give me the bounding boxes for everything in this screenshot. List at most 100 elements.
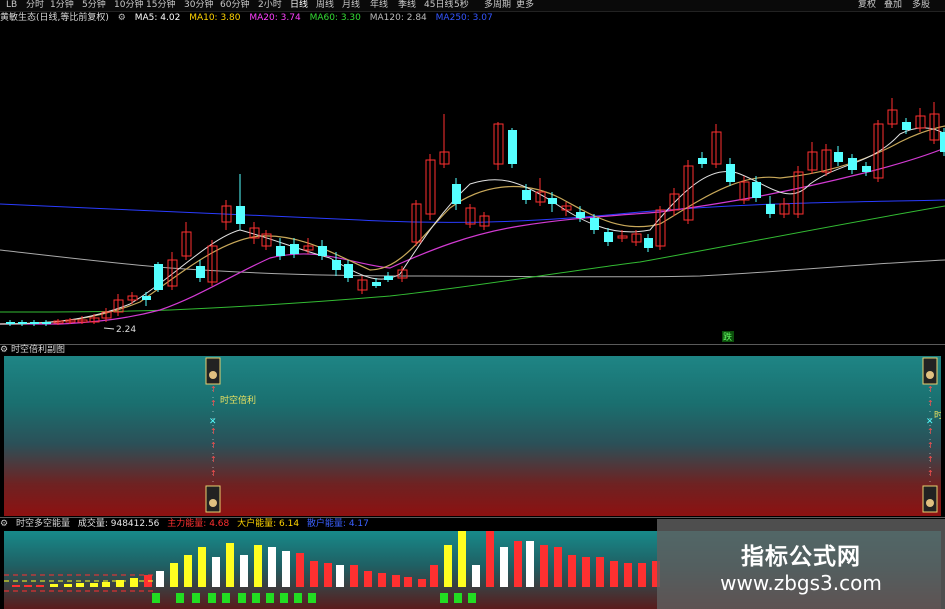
energy-bar-negative <box>294 593 302 603</box>
ma-legend-item: MA250: 3.07 <box>435 13 493 23</box>
energy-bar-negative <box>440 593 448 603</box>
energy-bar <box>102 582 110 587</box>
energy-bar <box>198 547 206 587</box>
energy-bar <box>472 565 480 587</box>
butterfly-icon: ✕ <box>926 417 934 427</box>
energy-bar-negative <box>208 593 216 603</box>
watermark-title: 指标公式网 <box>741 544 861 570</box>
energy-bar <box>336 565 344 587</box>
period-tab[interactable]: 2小时 <box>258 0 282 11</box>
period-tab[interactable]: 季线 <box>398 0 416 11</box>
ma-legend-item: MA120: 2.84 <box>369 13 427 23</box>
candle-body <box>42 322 51 324</box>
energy-bar <box>76 583 84 587</box>
candle-body <box>18 322 27 324</box>
energy-bar-negative <box>454 593 462 603</box>
candle-body <box>848 158 857 170</box>
period-tab[interactable]: 45日线 <box>424 0 453 11</box>
energy-bar-negative <box>176 593 184 603</box>
energy-bar-group <box>4 531 660 603</box>
energy-bar <box>36 585 44 587</box>
period-tab[interactable]: 周线 <box>316 0 334 11</box>
energy-bar <box>638 563 646 587</box>
period-tab[interactable]: 15分钟 <box>146 0 175 11</box>
candle-body <box>576 212 585 218</box>
period-tab[interactable]: 5秒 <box>454 0 469 11</box>
candle-body <box>290 244 299 254</box>
energy-bar <box>392 575 400 587</box>
period-tab[interactable]: 5分钟 <box>82 0 106 11</box>
toolbar-right-button[interactable]: 复权 <box>858 0 876 11</box>
signal-column-left: ↑↑↑↑↑↑✕ <box>205 357 221 513</box>
energy-bar <box>554 547 562 587</box>
energy-bar <box>350 565 358 587</box>
energy-bar <box>130 578 138 587</box>
zhuli-energy: 主力能量: 4.68 <box>167 519 230 529</box>
ma5-line <box>0 127 945 325</box>
pane2-signals: ↑↑↑↑↑↑✕ ↑↑↑↑↑↑✕ 时空倍利 时 <box>205 357 941 513</box>
energy-bar <box>226 543 234 587</box>
pane2-signal-label: 时空倍利 <box>220 394 256 406</box>
period-tab[interactable]: 年线 <box>370 0 388 11</box>
indicator-name: 黄敏生态(日线,等比前复权) <box>0 13 109 23</box>
ma-legend: 黄敏生态(日线,等比前复权) ⚙ MA5: 4.02 MA10: 3.80 MA… <box>0 12 945 24</box>
watermark: 指标公式网 www.zbgs3.com <box>657 519 945 609</box>
settings-icon[interactable]: ⚙ <box>118 13 126 23</box>
period-tab[interactable]: LB <box>6 0 17 11</box>
energy-bar <box>418 579 426 587</box>
period-tab[interactable]: 60分钟 <box>220 0 249 11</box>
energy-bar <box>212 557 220 587</box>
energy-bar <box>610 561 618 587</box>
candle-body <box>604 232 613 242</box>
energy-bar-negative <box>222 593 230 603</box>
period-tab[interactable]: 30分钟 <box>184 0 213 11</box>
energy-bar <box>90 583 98 587</box>
energy-bar-negative <box>192 593 200 603</box>
energy-bar <box>500 547 508 587</box>
signal-marker-label: 跌 <box>723 332 732 343</box>
period-tab[interactable]: 更多 <box>516 0 534 11</box>
period-tab[interactable]: 分时 <box>26 0 44 11</box>
candle-body <box>698 158 707 164</box>
low-price-pointer <box>103 327 115 330</box>
candle-body <box>196 266 205 278</box>
candles <box>6 98 945 326</box>
period-tab[interactable]: 1分钟 <box>50 0 74 11</box>
energy-bar <box>268 547 276 587</box>
pane2-title: ⚙ 时空倍利副图 <box>0 344 65 356</box>
pane-settings-icon[interactable]: ⚙ <box>0 345 8 355</box>
period-tab[interactable]: 多周期 <box>484 0 511 11</box>
toolbar-right-button[interactable]: 叠加 <box>884 0 902 11</box>
candle-body <box>940 132 945 152</box>
period-tab[interactable]: 10分钟 <box>114 0 143 11</box>
pane-settings-icon[interactable]: ⚙ <box>0 519 8 529</box>
candle-body <box>30 322 39 324</box>
candle-body <box>452 184 461 204</box>
signal-badge-icon <box>209 499 217 507</box>
signal-arrow-icon: ↑ <box>210 399 217 408</box>
candle-body <box>344 264 353 278</box>
signal-arrow-icon: ↑ <box>927 399 934 408</box>
ma-legend-item: MA5: 4.02 <box>134 13 181 23</box>
energy-bar <box>540 545 548 587</box>
energy-bar <box>12 585 20 587</box>
sanhu-energy: 散户能量: 4.17 <box>306 519 369 529</box>
energy-bar <box>170 563 178 587</box>
energy-bar <box>296 553 304 587</box>
period-tab[interactable]: 月线 <box>342 0 360 11</box>
candle-body <box>384 276 393 280</box>
energy-bar <box>240 555 248 587</box>
toolbar-right-button[interactable]: 多股 <box>912 0 930 11</box>
period-tab[interactable]: 日线 <box>290 0 308 11</box>
energy-bar <box>324 563 332 587</box>
energy-bar <box>378 573 386 587</box>
energy-bar <box>624 563 632 587</box>
energy-bar <box>64 584 72 587</box>
energy-bar-negative <box>468 593 476 603</box>
signal-arrow-icon: ↑ <box>927 469 934 478</box>
candle-body <box>6 322 15 324</box>
energy-bar <box>568 555 576 587</box>
candlestick-chart[interactable]: 2.24 跌 <box>0 24 945 344</box>
energy-bar <box>458 531 466 587</box>
candle-body <box>834 152 843 162</box>
